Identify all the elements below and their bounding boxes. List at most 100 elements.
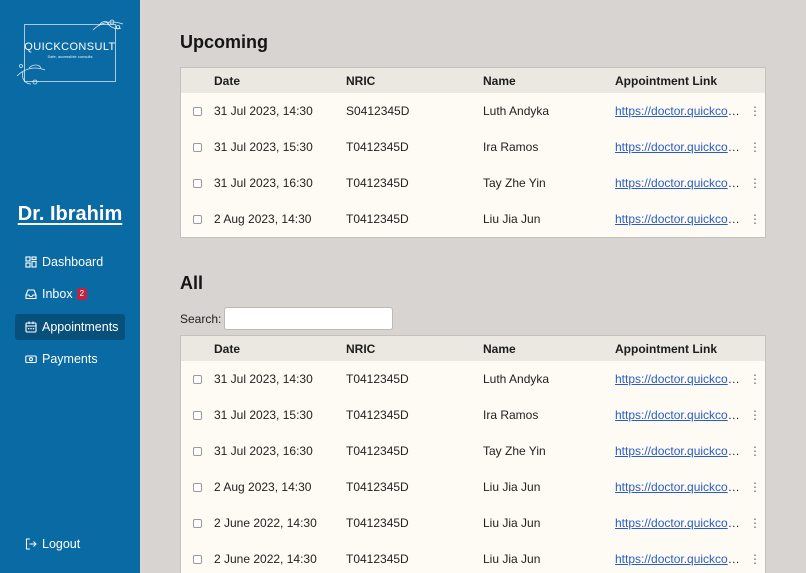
dashboard-icon <box>25 256 37 268</box>
appointment-link[interactable]: https://doctor.quickconsult <box>615 408 745 422</box>
row-checkbox[interactable] <box>193 106 202 116</box>
patient-name: Liu Jia Jun <box>483 552 541 566</box>
table-row[interactable]: 31 Jul 2023, 14:30 S0412345D Luth Andyka… <box>181 93 765 129</box>
sidebar-item-label: Dashboard <box>42 255 104 269</box>
all-title: All <box>180 273 204 293</box>
patient-nric: T0412345D <box>346 372 409 386</box>
calendar-icon <box>25 321 37 333</box>
appointment-link[interactable]: https://doctor.quickconsult <box>615 552 745 566</box>
table-row[interactable]: 31 Jul 2023, 16:30 T0412345D Tay Zhe Yin… <box>181 165 765 201</box>
patient-nric: T0412345D <box>346 176 409 190</box>
sidebar-item-inbox[interactable]: Inbox 2 <box>15 281 125 307</box>
appointment-date: 2 Aug 2023, 14:30 <box>214 480 312 494</box>
logout-label: Logout <box>42 537 81 551</box>
patient-name: Liu Jia Jun <box>483 212 541 226</box>
more-options-icon[interactable]: ⋮ <box>745 212 765 226</box>
patient-nric: S0412345D <box>346 104 410 118</box>
appointment-link[interactable]: https://doctor.quickconsult <box>615 480 745 494</box>
column-header-nric[interactable]: NRIC <box>346 342 483 356</box>
upcoming-title: Upcoming <box>180 32 268 52</box>
appointment-date: 31 Jul 2023, 14:30 <box>214 104 313 118</box>
patient-name: Liu Jia Jun <box>483 516 541 530</box>
sidebar-item-payments[interactable]: Payments <box>15 346 125 372</box>
logo-frame <box>24 24 116 82</box>
row-checkbox[interactable] <box>193 518 202 528</box>
more-options-icon[interactable]: ⋮ <box>745 552 765 566</box>
sidebar-item-appointments[interactable]: Appointments <box>15 314 125 340</box>
table-row[interactable]: 2 June 2022, 14:30 T0412345D Liu Jia Jun… <box>181 541 765 573</box>
sidebar-item-label: Payments <box>42 352 98 366</box>
patient-nric: T0412345D <box>346 552 409 566</box>
logout-button[interactable]: Logout <box>15 531 125 557</box>
patient-name: Luth Andyka <box>483 372 550 386</box>
appointment-link[interactable]: https://doctor.quickconsult <box>615 140 745 154</box>
more-options-icon[interactable]: ⋮ <box>745 372 765 386</box>
row-checkbox[interactable] <box>193 446 202 456</box>
patient-name: Tay Zhe Yin <box>483 444 546 458</box>
brand-logo[interactable]: QUICKCONSULT Safe, accessible consults <box>15 18 125 90</box>
patient-nric: T0412345D <box>346 444 409 458</box>
table-row[interactable]: 2 Aug 2023, 14:30 T0412345D Liu Jia Jun … <box>181 201 765 237</box>
row-checkbox[interactable] <box>193 554 202 564</box>
more-options-icon[interactable]: ⋮ <box>745 408 765 422</box>
table-row[interactable]: 2 Aug 2023, 14:30 T0412345D Liu Jia Jun … <box>181 469 765 505</box>
column-header-link[interactable]: Appointment Link <box>615 342 745 356</box>
patient-nric: T0412345D <box>346 212 409 226</box>
appointment-link[interactable]: https://doctor.quickconsult <box>615 176 745 190</box>
sidebar-item-dashboard[interactable]: Dashboard <box>15 249 125 275</box>
sidebar-item-label: Appointments <box>42 320 119 334</box>
payment-icon <box>25 355 37 364</box>
patient-name: Ira Ramos <box>483 140 539 154</box>
table-row[interactable]: 31 Jul 2023, 14:30 T0412345D Luth Andyka… <box>181 361 765 397</box>
table-row[interactable]: 2 June 2022, 14:30 T0412345D Liu Jia Jun… <box>181 505 765 541</box>
appointment-date: 2 June 2022, 14:30 <box>214 552 317 566</box>
appointment-link[interactable]: https://doctor.quickconsult <box>615 516 745 530</box>
row-checkbox[interactable] <box>193 410 202 420</box>
appointment-link[interactable]: https://doctor.quickconsult <box>615 372 745 386</box>
row-checkbox[interactable] <box>193 142 202 152</box>
row-checkbox[interactable] <box>193 214 202 224</box>
table-row[interactable]: 31 Jul 2023, 16:30 T0412345D Tay Zhe Yin… <box>181 433 765 469</box>
patient-name: Luth Andyka <box>483 104 550 118</box>
patient-nric: T0412345D <box>346 480 409 494</box>
column-header-name[interactable]: Name <box>483 342 615 356</box>
row-checkbox[interactable] <box>193 178 202 188</box>
more-options-icon[interactable]: ⋮ <box>745 104 765 118</box>
patient-name: Ira Ramos <box>483 408 539 422</box>
more-options-icon[interactable]: ⋮ <box>745 480 765 494</box>
brand-tagline: Safe, accessible consults <box>47 54 93 59</box>
more-options-icon[interactable]: ⋮ <box>745 140 765 154</box>
table-row[interactable]: 31 Jul 2023, 15:30 T0412345D Ira Ramos h… <box>181 129 765 165</box>
logout-icon <box>25 538 37 550</box>
row-checkbox[interactable] <box>193 374 202 384</box>
column-header-link[interactable]: Appointment Link <box>615 74 745 88</box>
appointment-link[interactable]: https://doctor.quickconsult <box>615 444 745 458</box>
column-header-date[interactable]: Date <box>214 74 346 88</box>
doctor-name[interactable]: Dr. Ibrahim <box>0 203 140 226</box>
upcoming-table: Date NRIC Name Appointment Link 31 Jul 2… <box>180 67 766 238</box>
appointment-date: 2 Aug 2023, 14:30 <box>214 212 312 226</box>
column-header-date[interactable]: Date <box>214 342 346 356</box>
inbox-icon <box>25 289 37 300</box>
sidebar-item-label: Inbox <box>42 287 73 301</box>
appointment-link[interactable]: https://doctor.quickconsult <box>615 104 745 118</box>
table-header: Date NRIC Name Appointment Link <box>181 336 765 361</box>
appointment-date: 31 Jul 2023, 16:30 <box>214 176 313 190</box>
appointment-link[interactable]: https://doctor.quickconsult <box>615 212 745 226</box>
appointment-date: 31 Jul 2023, 14:30 <box>214 372 313 386</box>
unread-count-badge: 2 <box>76 288 88 300</box>
appointment-date: 31 Jul 2023, 15:30 <box>214 140 313 154</box>
table-header: Date NRIC Name Appointment Link <box>181 68 765 93</box>
more-options-icon[interactable]: ⋮ <box>745 176 765 190</box>
more-options-icon[interactable]: ⋮ <box>745 444 765 458</box>
table-row[interactable]: 31 Jul 2023, 15:30 T0412345D Ira Ramos h… <box>181 397 765 433</box>
appointment-date: 2 June 2022, 14:30 <box>214 516 317 530</box>
patient-nric: T0412345D <box>346 516 409 530</box>
search-label: Search: <box>180 312 222 326</box>
row-checkbox[interactable] <box>193 482 202 492</box>
more-options-icon[interactable]: ⋮ <box>745 516 765 530</box>
all-appointments-table: Date NRIC Name Appointment Link 31 Jul 2… <box>180 335 766 573</box>
search-input[interactable] <box>224 307 393 330</box>
column-header-nric[interactable]: NRIC <box>346 74 483 88</box>
column-header-name[interactable]: Name <box>483 74 615 88</box>
